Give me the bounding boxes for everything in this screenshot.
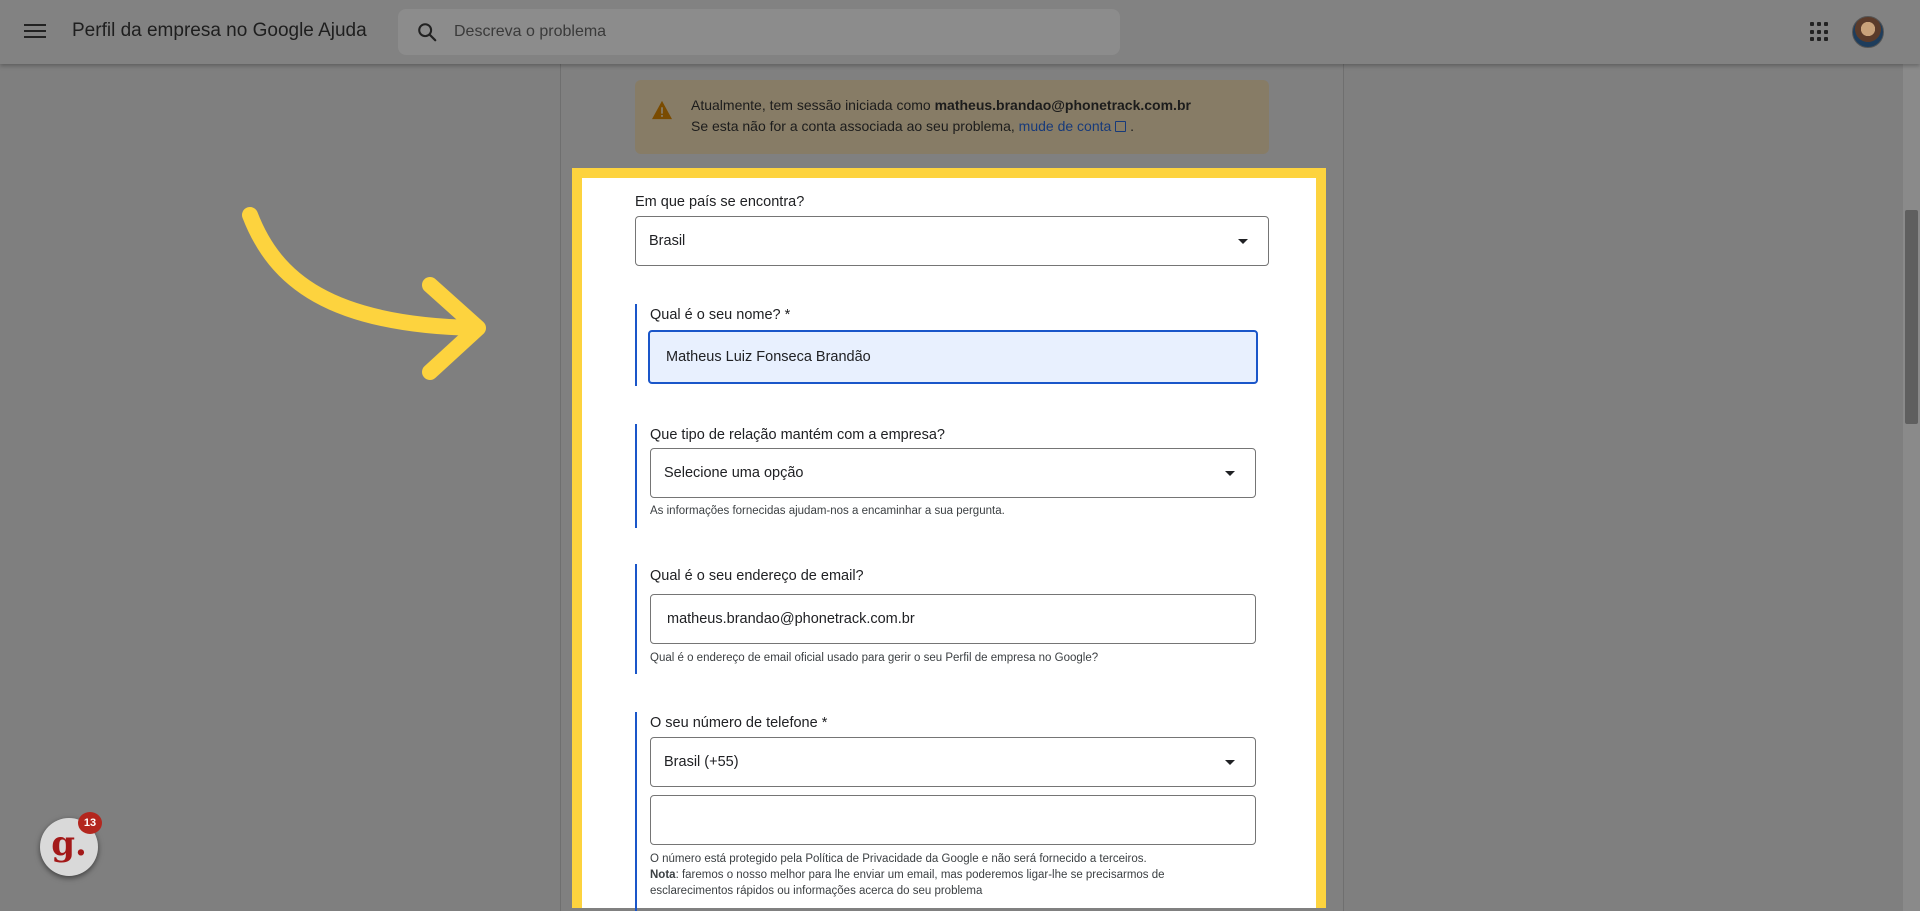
scrollbar-thumb[interactable] — [1905, 210, 1918, 424]
banner-text: Se esta não for a conta associada ao seu… — [691, 118, 1015, 134]
relationship-label: Que tipo de relação mantém com a empresa… — [650, 427, 945, 443]
chevron-down-icon — [1238, 239, 1248, 244]
banner-text: Atualmente, tem sessão iniciada como — [691, 97, 931, 113]
name-label: Qual é o seu nome? * — [650, 307, 791, 323]
phone-country-select[interactable]: Brasil (+55) — [650, 737, 1256, 787]
apps-grid-icon[interactable] — [1810, 22, 1830, 42]
top-app-bar: Perfil da empresa no Google Ajuda — [0, 0, 1920, 64]
banner-line-2: Se esta não for a conta associada ao seu… — [691, 118, 1134, 134]
search-icon[interactable] — [416, 21, 438, 43]
section-indicator — [635, 564, 637, 674]
email-label: Qual é o seu endereço de email? — [650, 568, 864, 584]
phone-country-value: Brasil (+55) — [664, 754, 739, 770]
country-select[interactable]: Brasil — [635, 216, 1269, 266]
signed-in-warning-banner: Atualmente, tem sessão iniciada como mat… — [635, 80, 1269, 154]
relationship-help: As informações fornecidas ajudam-nos a e… — [650, 505, 1005, 517]
name-input[interactable] — [648, 330, 1258, 384]
search-bar[interactable] — [398, 9, 1120, 55]
phone-note: Nota: faremos o nosso melhor para lhe en… — [650, 869, 1165, 881]
phone-number-input[interactable] — [650, 795, 1256, 845]
search-input[interactable] — [454, 9, 1094, 55]
warning-icon — [652, 100, 672, 120]
relationship-value: Selecione uma opção — [664, 465, 804, 481]
country-value: Brasil — [649, 233, 686, 249]
signed-in-email: matheus.brandao@phonetrack.com.br — [934, 97, 1191, 113]
section-indicator — [635, 304, 637, 386]
annotation-arrow-icon — [242, 207, 486, 380]
assistant-badge-button[interactable]: g. 13 — [40, 812, 102, 876]
switch-account-link[interactable]: mude de conta — [1019, 118, 1127, 134]
phone-label: O seu número de telefone * — [650, 715, 828, 731]
banner-text: . — [1130, 118, 1135, 134]
banner-line-1: Atualmente, tem sessão iniciada como mat… — [691, 97, 1191, 113]
external-link-icon — [1115, 121, 1127, 132]
section-indicator — [635, 424, 637, 528]
country-label: Em que país se encontra? — [635, 194, 805, 210]
chevron-down-icon — [1225, 471, 1235, 476]
page-scrollbar[interactable] — [1903, 64, 1920, 911]
app-title[interactable]: Perfil da empresa no Google Ajuda — [72, 20, 367, 42]
phone-help-line: esclarecimentos rápidos ou informações a… — [650, 885, 983, 897]
chevron-down-icon — [1225, 760, 1235, 765]
menu-icon[interactable] — [24, 20, 46, 44]
section-indicator — [635, 712, 637, 911]
notification-count: 13 — [78, 812, 102, 834]
phone-help-line: O número está protegido pela Política de… — [650, 853, 1147, 865]
email-help: Qual é o endereço de email oficial usado… — [650, 652, 1099, 664]
avatar[interactable] — [1852, 16, 1884, 48]
relationship-select[interactable]: Selecione uma opção — [650, 448, 1256, 498]
email-input[interactable] — [650, 594, 1256, 644]
phone-help: O número está protegido pela Política de… — [650, 851, 1165, 899]
